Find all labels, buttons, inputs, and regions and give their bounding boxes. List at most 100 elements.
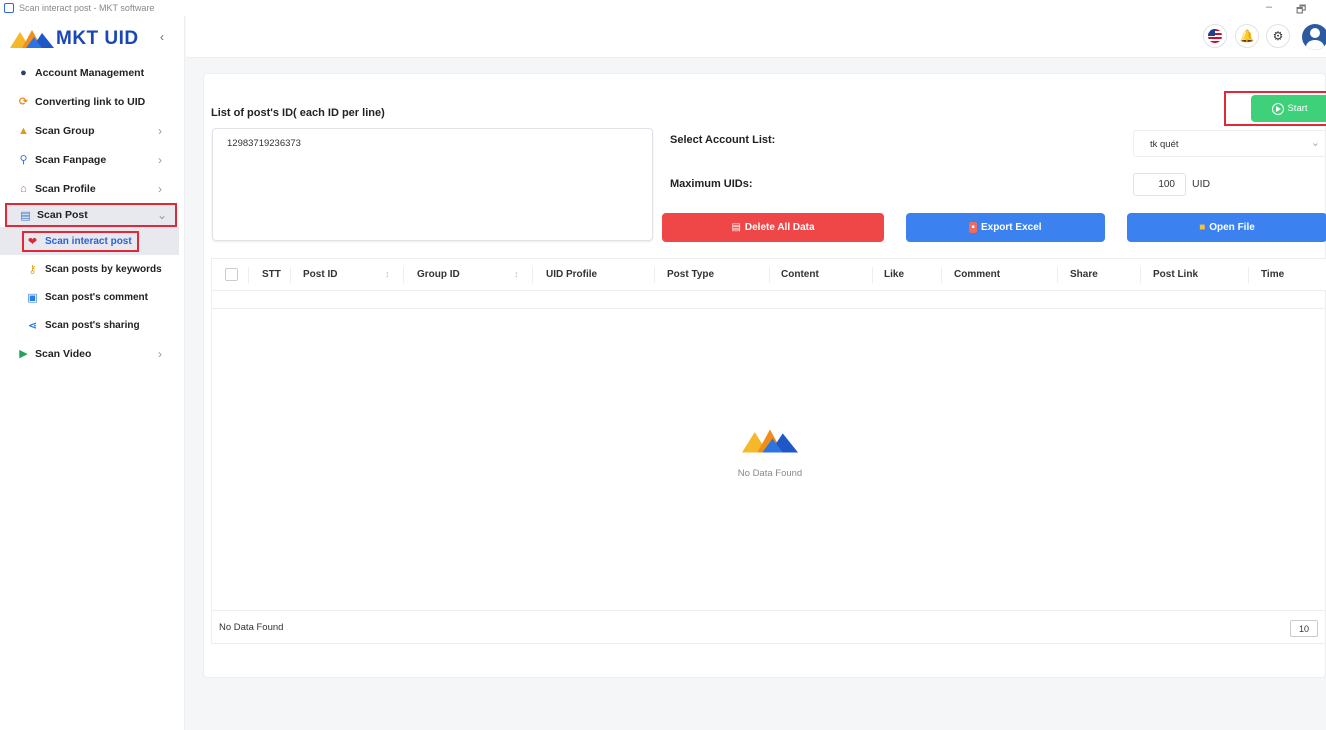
column-divider [654,267,655,283]
app-icon [4,3,14,13]
language-flag-button[interactable] [1203,24,1227,48]
notifications-button[interactable]: 🔔 [1235,24,1259,48]
table-divider [212,308,1326,309]
max-uids-label: Maximum UIDs: [670,178,753,190]
post-ids-label: List of post's ID( each ID per line) [211,107,385,119]
export-excel-button[interactable]: ▪ Export Excel [906,213,1105,242]
chevron-right-icon: › [158,346,162,361]
gear-icon: ⚙ [1272,29,1284,43]
column-header-post-id[interactable]: Post ID [303,269,337,280]
page-size-select[interactable]: 10 [1290,620,1318,637]
sort-icon[interactable]: ↕ [514,269,519,279]
account-list-select[interactable]: tk quét ⌄ [1133,130,1326,157]
sidebar-item-scan-fanpage[interactable]: ⚲ Scan Fanpage › [0,145,185,174]
sidebar-item-label: Scan Group [35,124,95,137]
selection-highlight: ❤ Scan interact post [22,230,139,252]
window-titlebar: Scan interact post - MKT software – 🗗 [0,0,1326,16]
empty-state: No Data Found [732,427,808,479]
sidebar-item-label: Scan Video [35,347,92,360]
logo-icon [742,429,798,453]
column-header-post-link[interactable]: Post Link [1153,269,1198,280]
sidebar-item-label: Scan Post [37,209,88,221]
chevron-right-icon: › [158,181,162,196]
bell-icon: 🔔 [1239,29,1255,43]
sidebar-item-label: Account Management [35,66,145,79]
column-divider [532,267,533,283]
post-icon: ▤ [20,209,31,222]
comment-icon: ▣ [27,291,38,304]
window-title: Scan interact post - MKT software [19,3,155,13]
max-uids-unit: UID [1192,178,1211,190]
open-file-label: Open File [1209,222,1255,233]
start-highlight: Start [1224,91,1326,126]
sidebar-item-label: Scan Profile [35,182,96,195]
empty-state-text: No Data Found [737,468,803,479]
delete-all-data-label: Delete All Data [744,222,815,233]
column-divider [1248,267,1249,283]
column-divider [403,267,404,283]
heart-icon: ❤ [27,235,38,248]
sidebar-item-converting-link[interactable]: ⟳ Converting link to UID [0,87,185,116]
open-file-button[interactable]: ■ Open File [1127,213,1326,242]
table-footer: No Data Found 10 [212,610,1326,644]
column-header-comment[interactable]: Comment [954,269,1000,280]
sidebar-subitem-label: Scan interact post [45,235,132,247]
sidebar-subitem-scan-interact-post[interactable]: ❤ Scan interact post [0,227,179,255]
column-header-content[interactable]: Content [781,269,819,280]
footer-status-text: No Data Found [219,622,284,633]
start-button-label: Start [1287,103,1308,114]
column-divider [290,267,291,283]
column-divider [1057,267,1058,283]
column-divider [769,267,770,283]
trash-icon: ▤ [731,222,741,233]
column-header-time[interactable]: Time [1261,269,1284,280]
avatar[interactable] [1302,24,1326,50]
play-icon [1272,102,1285,115]
table-header: STT Post ID ↕ Group ID ↕ UID Profile Pos… [212,259,1326,291]
column-divider [1140,267,1141,283]
column-header-stt[interactable]: STT [262,269,281,280]
brand-logo[interactable]: MKT UID [10,26,139,52]
main-card: List of post's ID( each ID per line) 129… [203,73,1326,678]
sidebar-item-account-management[interactable]: ● Account Management [0,58,185,87]
column-header-uid-profile[interactable]: UID Profile [546,269,597,280]
results-table: STT Post ID ↕ Group ID ↕ UID Profile Pos… [211,258,1326,644]
sidebar-subitem-scan-posts-comment[interactable]: ▣ Scan post's comment [0,283,185,311]
account-list-label: Select Account List: [670,134,776,146]
column-divider [248,267,249,283]
select-all-checkbox[interactable] [225,268,238,281]
group-icon: ▲ [18,124,29,137]
sidebar-item-scan-post[interactable]: ▤ Scan Post ⌄ [5,203,177,227]
sidebar-item-scan-video[interactable]: ▶ Scan Video › [0,339,185,368]
sidebar-subitem-scan-posts-sharing[interactable]: ⋖ Scan post's sharing [0,311,185,339]
sidebar-subitem-label: Scan post's comment [45,291,148,303]
minimize-button[interactable]: – [1266,1,1272,13]
column-divider [872,267,873,283]
column-header-group-id[interactable]: Group ID [417,269,460,280]
sidebar-item-scan-profile[interactable]: ⌂ Scan Profile › [0,174,185,203]
max-uids-input[interactable]: 100 [1133,173,1186,196]
settings-button[interactable]: ⚙ [1266,24,1290,48]
column-header-share[interactable]: Share [1070,269,1098,280]
chevron-down-icon: ⌄ [157,208,168,222]
post-ids-textarea[interactable]: 12983719236373 [212,128,653,241]
sidebar-nav: ● Account Management ⟳ Converting link t… [0,58,185,368]
share-icon: ⋖ [27,319,38,332]
column-divider [941,267,942,283]
delete-all-data-button[interactable]: ▤ Delete All Data [662,213,884,242]
account-list-value: tk quét [1150,139,1179,150]
sidebar-subitem-label: Scan posts by keywords [45,263,162,275]
start-button[interactable]: Start [1251,95,1326,122]
sidebar-item-scan-group[interactable]: ▲ Scan Group › [0,116,185,145]
column-header-post-type[interactable]: Post Type [667,269,714,280]
user-circle-icon: ● [20,66,27,79]
collapse-sidebar-button[interactable]: ‹ [160,30,164,44]
sort-icon[interactable]: ↕ [385,269,390,279]
chevron-right-icon: › [158,123,162,138]
key-icon: ⚷ [28,263,37,276]
column-header-like[interactable]: Like [884,269,904,280]
chevron-down-icon: ⌄ [1310,137,1320,149]
video-icon: ▶ [19,348,28,360]
sidebar-subitem-scan-posts-by-keywords[interactable]: ⚷ Scan posts by keywords [0,255,185,283]
us-flag-icon [1208,29,1222,43]
